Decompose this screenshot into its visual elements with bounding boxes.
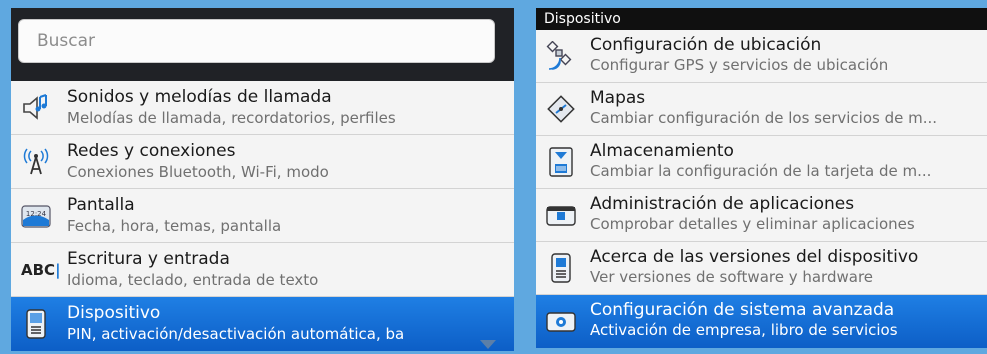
item-subtitle: Idioma, teclado, entrada de texto: [67, 271, 319, 289]
list-item-device[interactable]: Dispositivo PIN, activación/desactivació…: [11, 297, 514, 351]
item-title: Mapas: [590, 88, 646, 108]
item-subtitle: Ver versiones de software y hardware: [590, 268, 874, 286]
device-icon: [21, 309, 51, 339]
scroll-down-arrow-icon[interactable]: [480, 340, 496, 349]
map-icon: [546, 94, 576, 124]
item-title: Configuración de sistema avanzada: [590, 300, 895, 320]
item-subtitle: Fecha, hora, temas, pantalla: [67, 217, 282, 235]
item-subtitle: Melodías de llamada, recordatorios, perf…: [67, 109, 396, 127]
list-item-maps[interactable]: Mapas Cambiar configuración de los servi…: [536, 83, 987, 136]
svg-text:12:24: 12:24: [26, 210, 47, 218]
item-title: Redes y conexiones: [67, 141, 236, 161]
storage-icon: [546, 147, 576, 177]
list-item-storage[interactable]: Almacenamiento Cambiar la configuración …: [536, 136, 987, 189]
item-title: Dispositivo: [67, 303, 161, 323]
item-title: Acerca de las versiones del dispositivo: [590, 247, 919, 267]
satellite-icon: [546, 41, 576, 71]
item-title: Configuración de ubicación: [590, 35, 822, 55]
antenna-icon: [21, 147, 51, 177]
item-subtitle: Comprobar detalles y eliminar aplicacion…: [590, 215, 915, 233]
list-item-sounds[interactable]: Sonidos y melodías de llamada Melodías d…: [11, 81, 514, 135]
item-title: Administración de aplicaciones: [590, 194, 855, 214]
item-subtitle: Configurar GPS y servicios de ubicación: [590, 56, 889, 74]
settings-list: Sonidos y melodías de llamada Melodías d…: [11, 81, 514, 351]
display-icon: 12:24: [21, 201, 51, 231]
advanced-settings-icon: [546, 306, 576, 336]
list-item-display[interactable]: 12:24 Pantalla Fecha, hora, temas, panta…: [11, 189, 514, 243]
item-subtitle: Cambiar configuración de los servicios d…: [590, 109, 938, 127]
list-item-advanced-system[interactable]: Configuración de sistema avanzada Activa…: [536, 295, 987, 348]
list-item-location[interactable]: Configuración de ubicación Configurar GP…: [536, 30, 987, 83]
device-info-icon: [546, 253, 576, 283]
abc-icon: ABC|: [21, 261, 61, 279]
item-title: Escritura y entrada: [67, 249, 230, 269]
search-input[interactable]: Buscar: [18, 19, 495, 63]
section-header: Dispositivo: [536, 8, 987, 30]
item-subtitle: Activación de empresa, libro de servicio…: [590, 321, 898, 339]
item-title: Almacenamiento: [590, 141, 734, 161]
list-item-device-versions[interactable]: Acerca de las versiones del dispositivo …: [536, 242, 987, 295]
item-subtitle: Conexiones Bluetooth, Wi-Fi, modo: [67, 163, 329, 181]
list-item-typing-input[interactable]: ABC| Escritura y entrada Idioma, teclado…: [11, 243, 514, 297]
search-bar-area: Buscar: [11, 8, 514, 81]
item-subtitle: PIN, activación/desactivación automática…: [67, 325, 405, 343]
app-management-icon: [546, 200, 576, 230]
speaker-icon: [21, 93, 51, 123]
device-settings-panel: Dispositivo Configuración de ubicación C…: [536, 8, 987, 354]
settings-list-panel: Buscar Sonidos y melodías de llamada Mel…: [11, 8, 514, 354]
item-title: Sonidos y melodías de llamada: [67, 87, 332, 107]
item-subtitle: Cambiar la configuración de la tarjeta d…: [590, 162, 932, 180]
list-item-app-management[interactable]: Administración de aplicaciones Comprobar…: [536, 189, 987, 242]
device-settings-list: Configuración de ubicación Configurar GP…: [536, 30, 987, 348]
list-item-networks[interactable]: Redes y conexiones Conexiones Bluetooth,…: [11, 135, 514, 189]
item-title: Pantalla: [67, 195, 135, 215]
